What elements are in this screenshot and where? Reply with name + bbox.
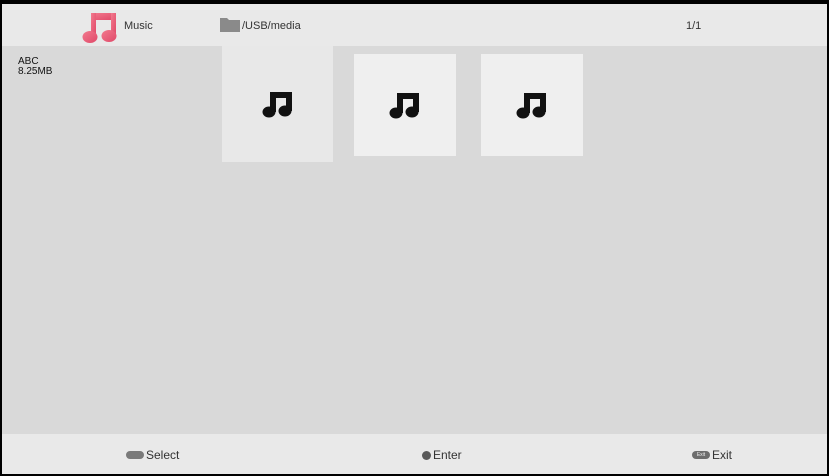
enter-label: Enter: [433, 448, 462, 462]
category-label: Music: [124, 20, 153, 32]
footer-bar: Select Enter Exit Exit: [2, 434, 827, 474]
music-note-icon: [389, 93, 419, 119]
music-file-tile-1[interactable]: [222, 46, 333, 162]
music-file-tile-3[interactable]: [481, 54, 583, 156]
media-player-screen: Music /USB/media 1/1 ABC 8.25MB Select E…: [0, 0, 829, 476]
exit-label: Exit: [712, 448, 733, 462]
folder-icon: [220, 18, 240, 32]
select-label: Select: [146, 448, 180, 462]
exit-key-icon: Exit: [692, 451, 710, 459]
dpad-icon: [126, 451, 144, 459]
music-file-tile-2[interactable]: [354, 54, 456, 156]
current-path: /USB/media: [242, 20, 301, 32]
music-category-icon: [82, 13, 117, 43]
music-note-icon: [516, 93, 546, 119]
page-indicator: 1/1: [686, 20, 702, 32]
header-bar: Music /USB/media 1/1: [2, 4, 827, 46]
selected-file-info: ABC 8.25MB: [18, 57, 52, 77]
file-size: 8.25MB: [18, 66, 53, 77]
exit-hint: Exit Exit: [692, 448, 732, 462]
enter-hint: Enter: [422, 448, 462, 462]
ok-button-icon: [422, 450, 431, 460]
music-note-icon: [262, 92, 292, 118]
select-hint: Select: [126, 448, 179, 462]
